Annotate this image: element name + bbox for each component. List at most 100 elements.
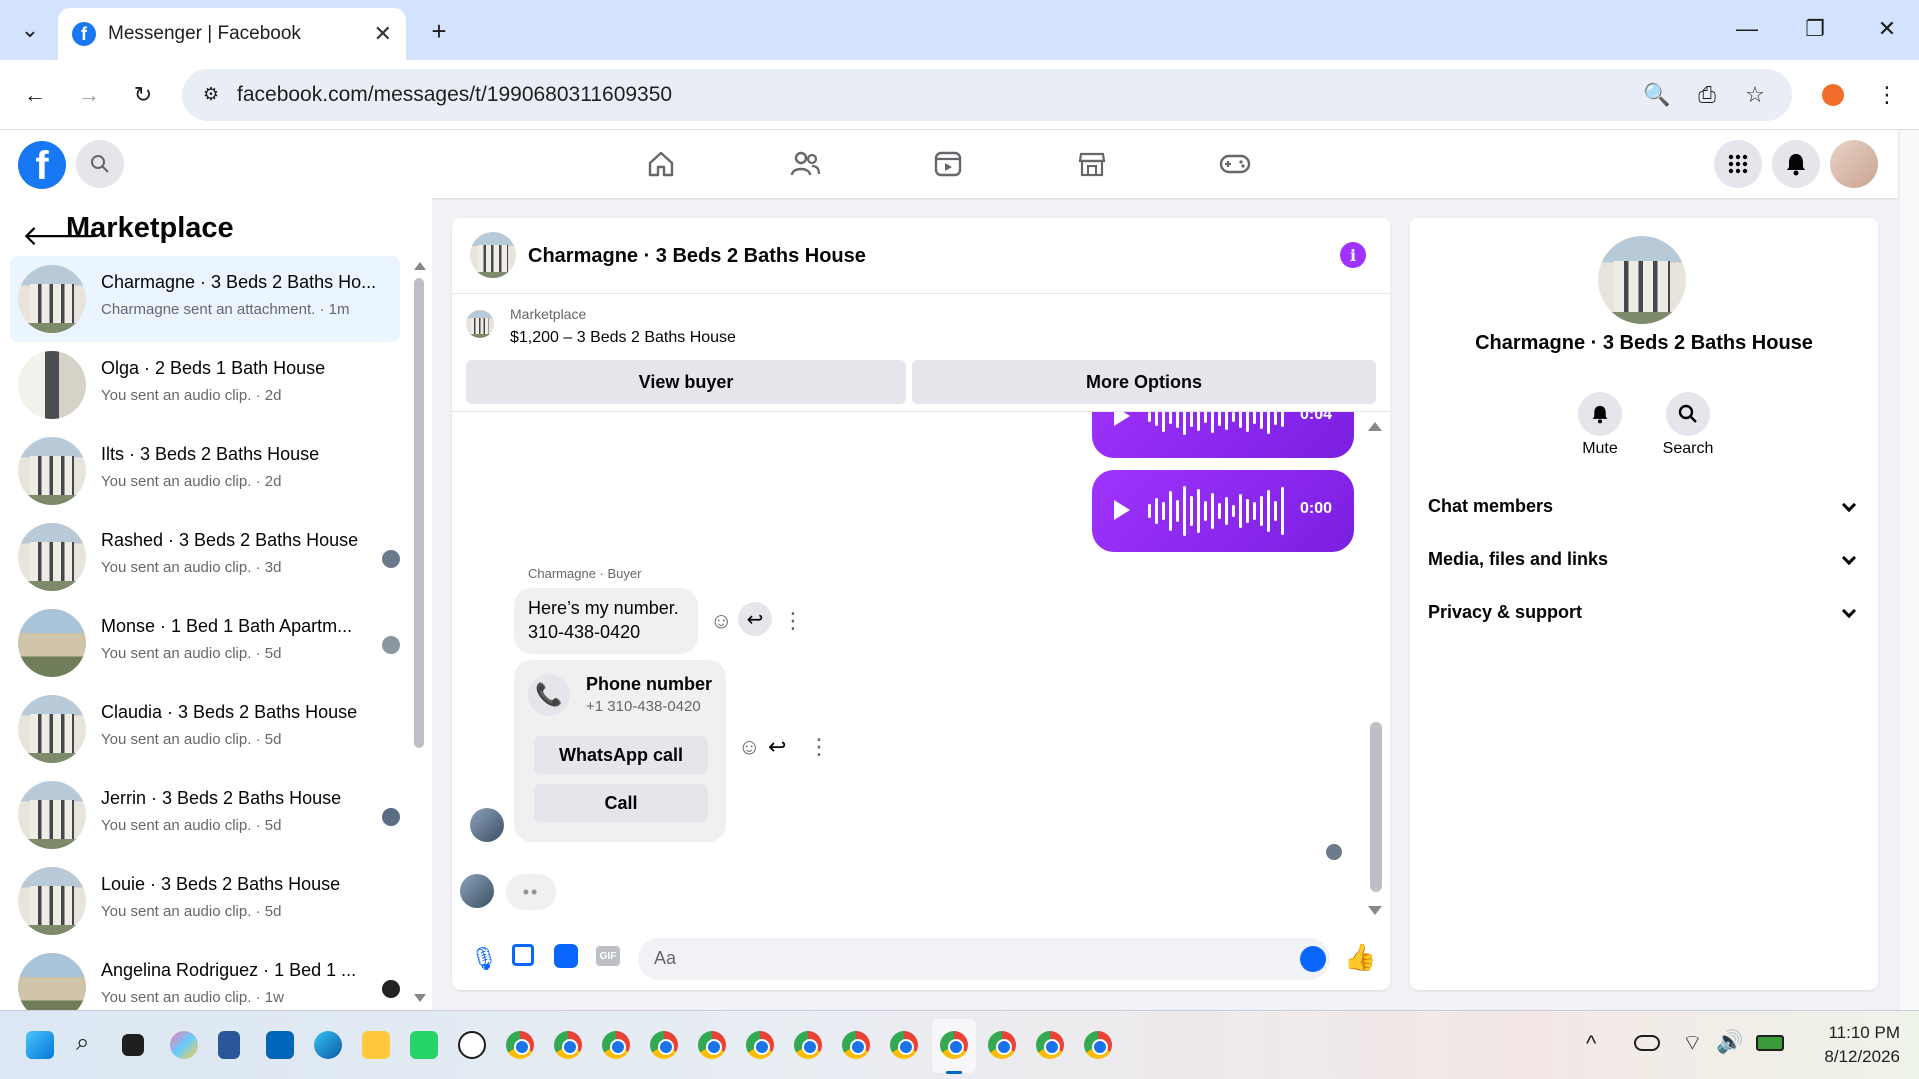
chat-title[interactable]: Charmagne · 3 Beds 2 Baths House <box>528 245 866 268</box>
reload-icon[interactable]: ↻ <box>128 80 158 110</box>
conversation-item[interactable]: Angelina Rodriguez · 1 Bed 1 ... You sen… <box>10 944 400 1010</box>
more-options-button[interactable]: More Options <box>912 360 1376 404</box>
install-app-icon[interactable]: ⎙ <box>1692 80 1722 110</box>
close-window-icon[interactable]: ✕ <box>1872 14 1902 44</box>
chrome-icon[interactable] <box>506 1031 534 1059</box>
conversation-item[interactable]: Jerrin · 3 Beds 2 Baths House You sent a… <box>10 772 400 858</box>
chrome-icon[interactable] <box>698 1031 726 1059</box>
call-button[interactable]: Call <box>534 784 708 822</box>
mute-bell-icon[interactable] <box>1578 392 1622 436</box>
minimize-icon[interactable]: — <box>1732 14 1762 44</box>
like-thumbs-up-icon[interactable]: 👍 <box>1344 942 1376 973</box>
marketplace-icon[interactable] <box>1074 148 1110 180</box>
forward-icon[interactable]: → <box>74 80 104 110</box>
search-icon[interactable] <box>1666 392 1710 436</box>
browser-tab[interactable]: f Messenger | Facebook ✕ <box>58 8 406 60</box>
image-attach-icon[interactable] <box>512 944 534 966</box>
clock-date[interactable]: 8/12/2026 <box>1800 1047 1900 1067</box>
section-chat-members[interactable]: Chat members <box>1428 496 1858 526</box>
scroll-down-arrow-icon[interactable] <box>414 994 426 1002</box>
view-buyer-button[interactable]: View buyer <box>466 360 906 404</box>
chatgpt-icon[interactable] <box>458 1031 486 1059</box>
gif-icon[interactable]: GIF <box>596 946 620 966</box>
omnibox[interactable]: ⚙ facebook.com/messages/t/19906803116093… <box>182 69 1792 121</box>
chrome-icon-active[interactable] <box>940 1031 968 1059</box>
incoming-message-bubble[interactable]: Here’s my number. 310-438-0420 <box>514 588 698 654</box>
chrome-icon[interactable] <box>890 1031 918 1059</box>
react-emoji-icon[interactable]: ☺ <box>738 734 760 760</box>
copilot-icon[interactable] <box>170 1031 198 1059</box>
site-info-icon[interactable]: ⚙ <box>198 81 224 107</box>
edge-icon[interactable] <box>314 1031 342 1059</box>
menu-grid-icon[interactable] <box>1714 140 1762 188</box>
chrome-icon[interactable] <box>794 1031 822 1059</box>
conversation-item[interactable]: Claudia · 3 Beds 2 Baths House You sent … <box>10 686 400 772</box>
wifi-icon[interactable]: ⌔ <box>1682 1029 1703 1057</box>
back-icon[interactable]: ← <box>20 80 50 110</box>
profile-avatar[interactable] <box>1830 140 1878 188</box>
message-input[interactable]: Aa <box>638 938 1330 980</box>
chat-avatar[interactable] <box>470 232 516 278</box>
chrome-icon[interactable] <box>602 1031 630 1059</box>
voice-message[interactable]: 0:00 <box>1092 470 1354 552</box>
chrome-menu-icon[interactable]: ⋮ <box>1872 80 1902 110</box>
chrome-icon[interactable] <box>650 1031 678 1059</box>
fb-search-icon[interactable] <box>76 140 124 188</box>
store-icon[interactable] <box>266 1031 294 1059</box>
conversation-item[interactable]: Ilts · 3 Beds 2 Baths House You sent an … <box>10 428 400 514</box>
sticker-icon[interactable] <box>554 944 578 968</box>
more-actions-icon[interactable]: ⋮ <box>808 734 830 760</box>
microphone-icon[interactable]: 🎙 <box>470 946 498 972</box>
chrome-icon[interactable] <box>1084 1031 1112 1059</box>
mute-label[interactable]: Mute <box>1560 440 1640 458</box>
battery-icon[interactable] <box>1756 1035 1784 1051</box>
conversation-item[interactable]: Charmagne · 3 Beds 2 Baths Ho... Charmag… <box>10 256 400 342</box>
video-icon[interactable] <box>930 148 966 180</box>
reply-icon[interactable]: ↩ <box>738 602 772 636</box>
chrome-icon[interactable] <box>1036 1031 1064 1059</box>
zoom-icon[interactable]: 🔍 <box>1642 80 1672 110</box>
task-view-icon[interactable] <box>122 1034 144 1056</box>
voice-message[interactable]: 0:04 <box>1092 412 1354 458</box>
scroll-up-arrow-icon[interactable] <box>414 262 426 270</box>
friends-icon[interactable] <box>787 148 823 180</box>
extension-icon[interactable] <box>1822 84 1844 106</box>
react-emoji-icon[interactable]: ☺ <box>710 608 732 634</box>
notepad-icon[interactable] <box>218 1031 240 1059</box>
conversation-item[interactable]: Olga · 2 Beds 1 Bath House You sent an a… <box>10 342 400 428</box>
restore-icon[interactable]: ❐ <box>1800 14 1830 44</box>
clock-time[interactable]: 11:10 PM <box>1800 1023 1900 1043</box>
whatsapp-icon[interactable] <box>410 1031 438 1059</box>
play-icon[interactable] <box>1114 500 1130 520</box>
new-tab-icon[interactable]: + <box>424 16 454 46</box>
onedrive-cloud-icon[interactable] <box>1634 1035 1660 1051</box>
messages-scrollbar[interactable] <box>1370 722 1382 892</box>
reply-icon[interactable]: ↩ <box>768 734 786 760</box>
emoji-icon[interactable] <box>1300 946 1326 972</box>
conversation-item[interactable]: Rashed · 3 Beds 2 Baths House You sent a… <box>10 514 400 600</box>
bookmark-star-icon[interactable]: ☆ <box>1740 80 1770 110</box>
windows-start-icon[interactable] <box>26 1031 54 1059</box>
listing-title[interactable]: $1,200 – 3 Beds 2 Baths House <box>510 329 736 347</box>
sidebar-scrollbar[interactable] <box>414 278 424 748</box>
chrome-icon[interactable] <box>988 1031 1016 1059</box>
home-icon[interactable] <box>643 148 679 180</box>
info-icon[interactable]: i <box>1340 242 1366 268</box>
scroll-up-arrow-icon[interactable] <box>1368 422 1382 431</box>
section-privacy-support[interactable]: Privacy & support <box>1428 602 1858 632</box>
conversation-item[interactable]: Louie · 3 Beds 2 Baths House You sent an… <box>10 858 400 944</box>
gaming-icon[interactable] <box>1217 148 1253 180</box>
tab-search-icon[interactable]: ⌄ <box>16 16 44 44</box>
section-media-files-links[interactable]: Media, files and links <box>1428 549 1858 579</box>
more-actions-icon[interactable]: ⋮ <box>782 608 804 634</box>
chrome-icon[interactable] <box>842 1031 870 1059</box>
taskbar-search-icon[interactable]: ⌕ <box>76 1029 89 1057</box>
volume-icon[interactable]: 🔊 <box>1716 1029 1743 1055</box>
facebook-logo-icon[interactable]: f <box>18 141 66 189</box>
close-tab-icon[interactable]: ✕ <box>374 21 392 47</box>
play-icon[interactable] <box>1114 412 1130 426</box>
search-label[interactable]: Search <box>1648 440 1728 458</box>
url-text[interactable]: facebook.com/messages/t/1990680311609350 <box>237 83 672 107</box>
notifications-bell-icon[interactable] <box>1772 140 1820 188</box>
conversation-item[interactable]: Monse · 1 Bed 1 Bath Apartm... You sent … <box>10 600 400 686</box>
